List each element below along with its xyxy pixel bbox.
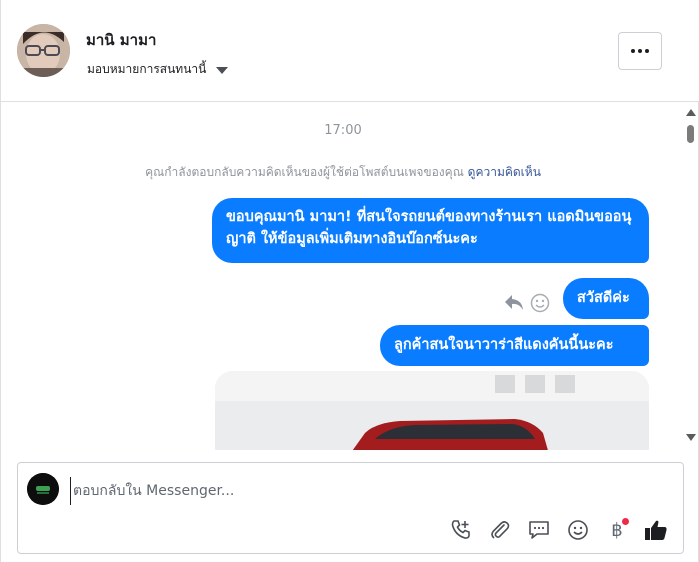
notification-dot [622,518,629,525]
messenger-window: มานิ มามา มอบหมายการสนทนานี้ 17:00 คุณกำ… [0,0,699,562]
view-comment-link[interactable]: ดูความคิดเห็น [468,165,541,179]
conversation-header: มานิ มามา มอบหมายการสนทนานี้ [1,0,699,102]
call-add-icon[interactable] [448,517,474,543]
caret-down-icon [216,67,229,74]
contact-name[interactable]: มานิ มามา [86,28,156,52]
assign-label: มอบหมายการสนทนานี้ [87,62,207,76]
page-avatar [27,473,59,505]
composer-toolbar: ฿ [448,515,669,545]
contact-avatar[interactable] [17,24,70,77]
conversation-area: 17:00 คุณกำลังตอบกลับความคิดเห็นของผู้ใช… [1,103,685,450]
conversation-scrollbar[interactable] [685,103,697,450]
message-bubble[interactable]: ลูกค้าสนใจนาวาร่าสีแดงคันนี้นะคะ [380,325,649,366]
reply-icon[interactable] [504,294,524,316]
notice-text: คุณกำลังตอบกลับความคิดเห็นของผู้ใช้ต่อโพ… [145,165,464,179]
scroll-thumb[interactable] [687,125,694,143]
emoji-icon[interactable] [565,517,591,543]
message-bubble[interactable]: สวัสดีค่ะ [563,278,649,319]
more-icon [631,49,649,53]
baht-icon[interactable]: ฿ [604,517,630,543]
saved-reply-icon[interactable] [526,517,552,543]
reply-composer: ฿ [17,462,684,554]
message-timestamp: 17:00 [324,123,362,138]
scroll-down-arrow[interactable] [686,434,696,441]
scroll-up-arrow[interactable] [686,109,696,116]
message-actions [504,293,550,317]
attachment-icon[interactable] [487,517,513,543]
comment-reply-notice: คุณกำลังตอบกลับความคิดเห็นของผู้ใช้ต่อโพ… [1,163,685,182]
message-bubble[interactable]: ขอบคุณมานิ มามา! ที่สนใจรถยนต์ของทางร้าน… [212,198,649,263]
reply-input[interactable] [70,477,630,505]
baht-symbol: ฿ [611,519,623,541]
car-image-attachment[interactable] [215,371,649,450]
emoji-icon[interactable] [530,293,550,317]
like-icon[interactable] [643,517,669,543]
assign-conversation-dropdown[interactable]: มอบหมายการสนทนานี้ [87,60,229,79]
more-options-button[interactable] [618,32,662,70]
